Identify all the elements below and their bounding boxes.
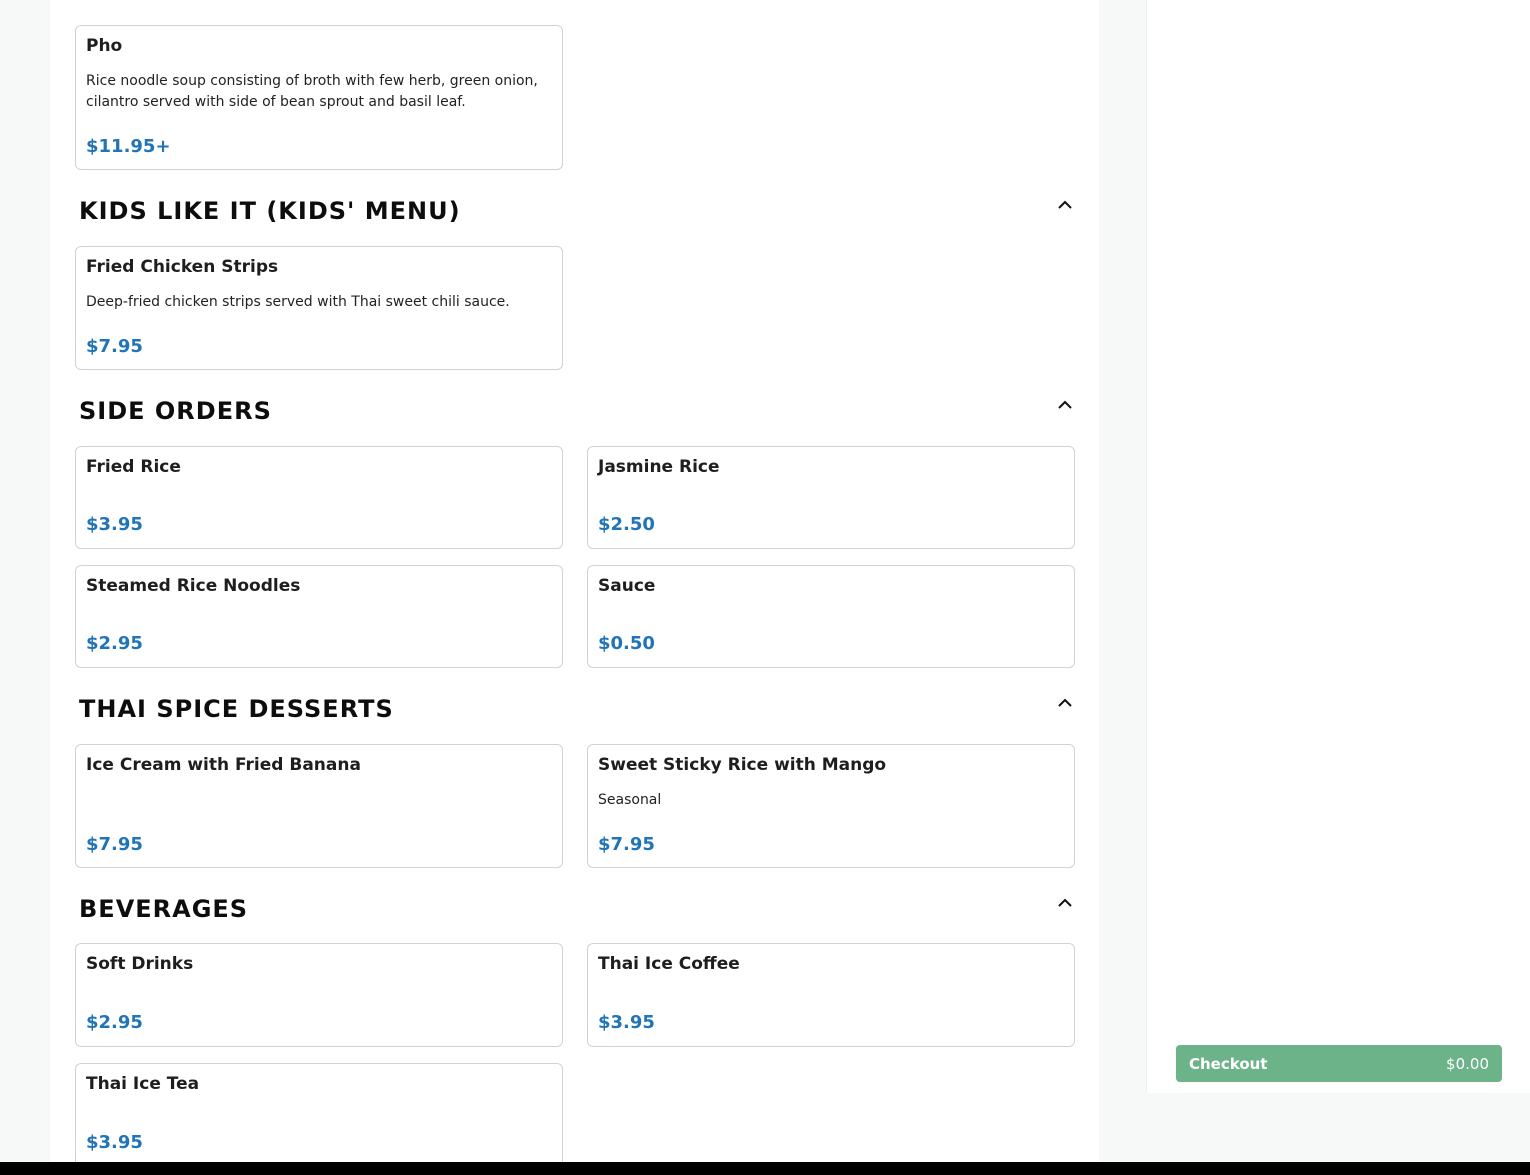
chevron-up-icon[interactable] [1057,198,1073,210]
item-description: Deep-fried chicken strips served with Th… [86,294,510,310]
item-price: $7.95 [86,834,143,855]
item-name: Sweet Sticky Rice with Mango [598,755,887,775]
item-price: $7.95 [86,336,143,357]
item-name: Fried Rice [86,457,181,477]
menu-item-card-sticky-rice[interactable]: Sweet Sticky Rice with Mango Seasonal $7… [587,744,1075,868]
item-price: $7.95 [598,834,655,855]
item-description: Seasonal [598,792,662,808]
menu-item-card-jasmine-rice[interactable]: Jasmine Rice $2.50 [587,446,1075,549]
checkout-total: $0.00 [1446,1054,1489,1073]
item-name: Thai Ice Tea [86,1074,200,1094]
chevron-up-icon[interactable] [1057,696,1073,708]
item-name: Steamed Rice Noodles [86,576,301,596]
checkout-label: Checkout [1189,1054,1268,1073]
menu-item-card-soft-drinks[interactable]: Soft Drinks $2.95 [75,943,563,1047]
menu-item-card-fried-rice[interactable]: Fried Rice $3.95 [75,446,563,549]
item-price: $0.50 [598,633,655,654]
item-price: $3.95 [86,1132,143,1153]
menu-item-card-thai-ice-tea[interactable]: Thai Ice Tea $3.95 [75,1063,563,1167]
item-name: Sauce [598,576,656,596]
section-title-kids: KIDS LIKE IT (KIDS' MENU) [79,197,461,225]
item-name: Jasmine Rice [598,457,720,477]
item-price: $2.95 [86,1012,143,1033]
section-title-beverages: BEVERAGES [79,895,249,923]
item-name: Soft Drinks [86,954,194,974]
menu-item-card-steamed-rice-noodles[interactable]: Steamed Rice Noodles $2.95 [75,565,563,668]
page: Pho Rice noodle soup consisting of broth… [0,0,1530,1175]
section-title-sides: SIDE ORDERS [79,397,272,425]
item-price: $2.50 [598,514,655,535]
bottom-bar [0,1162,1530,1175]
item-price: $2.95 [86,633,143,654]
item-name: Pho [86,36,123,56]
item-description: Rice noodle soup consisting of broth wit… [86,73,538,110]
chevron-up-icon[interactable] [1057,398,1073,410]
section-title-desserts: THAI SPICE DESSERTS [79,695,394,723]
menu-item-card-ice-cream[interactable]: Ice Cream with Fried Banana $7.95 [75,744,563,868]
menu-item-card-pho[interactable]: Pho Rice noodle soup consisting of broth… [75,25,563,170]
checkout-button[interactable]: Checkout $0.00 [1176,1045,1502,1082]
menu-item-card-fried-chicken-strips[interactable]: Fried Chicken Strips Deep-fried chicken … [75,246,563,370]
item-name: Ice Cream with Fried Banana [86,755,361,775]
item-name: Thai Ice Coffee [598,954,740,974]
item-price: $3.95 [598,1012,655,1033]
item-price: $3.95 [86,514,143,535]
chevron-up-icon[interactable] [1057,896,1073,908]
menu-item-card-sauce[interactable]: Sauce $0.50 [587,565,1075,668]
menu-item-card-thai-ice-coffee[interactable]: Thai Ice Coffee $3.95 [587,943,1075,1047]
item-price: $11.95+ [86,136,171,157]
item-name: Fried Chicken Strips [86,257,279,277]
cart-panel [1146,0,1530,1093]
